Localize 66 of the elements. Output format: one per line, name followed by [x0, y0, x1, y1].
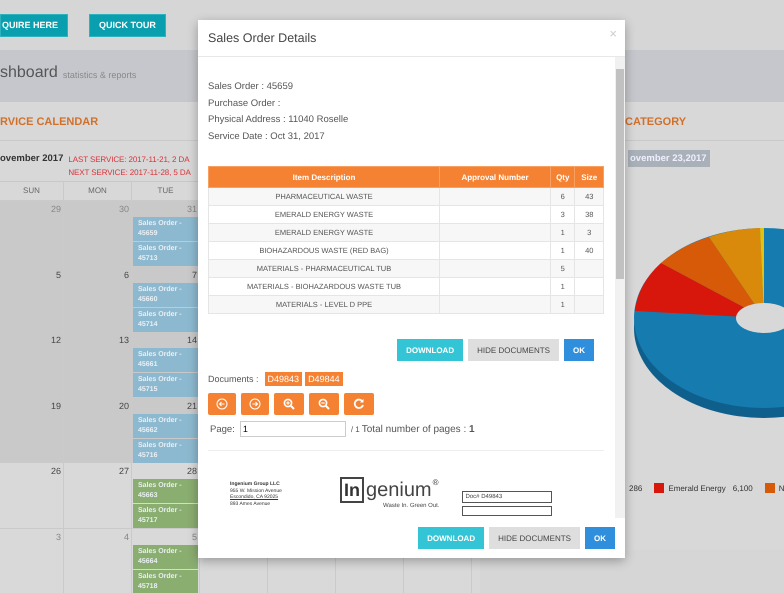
next-service-text: NEXT SERVICE: 2017-11-28, 5 DA: [68, 167, 191, 179]
day-number: 29: [50, 203, 62, 216]
date-badge: ovember 23,2017: [628, 150, 710, 167]
page-label: Page:: [210, 424, 235, 434]
legend-label: N: [778, 484, 784, 492]
rotate-icon: [353, 398, 365, 410]
footer-button[interactable]: HIDE DOCUMENTS: [489, 527, 580, 549]
document-tag[interactable]: D49844: [305, 372, 343, 386]
column-header: Qty: [550, 166, 575, 188]
order-info-text: Service Date : Oct 31, 2017: [208, 130, 326, 144]
day-number: 28: [186, 465, 198, 478]
previous-page-button[interactable]: [208, 393, 236, 415]
header-button[interactable]: QUIRE HERE: [0, 14, 68, 36]
day-number: 31: [186, 203, 198, 216]
documents-label: Documents :: [208, 374, 259, 384]
footer-button[interactable]: OK: [585, 527, 615, 549]
page-title: shboard: [0, 64, 58, 82]
page-total-text: / 1: [350, 424, 360, 434]
action-button[interactable]: DOWNLOAD: [397, 339, 464, 361]
legend-label: Emerald Energy: [668, 484, 726, 492]
column-header: Approval Number: [440, 166, 550, 188]
rotate-button[interactable]: [344, 393, 374, 415]
page-number-field[interactable]: 1: [240, 421, 346, 437]
day-number: 13: [118, 334, 130, 347]
dialog-title: Sales Order Details: [208, 31, 316, 45]
day-number: 27: [118, 465, 130, 478]
month-title: ovember 2017: [0, 153, 64, 164]
day-number: 3: [54, 530, 62, 544]
registered-mark: ®: [432, 477, 440, 489]
last-service-text: LAST SERVICE: 2017-11-21, 2 DA: [68, 154, 190, 166]
day-number: 21: [186, 400, 198, 412]
day-number: 6: [122, 268, 130, 282]
header-button[interactable]: QUICK TOUR: [89, 14, 166, 36]
day-number: 19: [50, 400, 62, 412]
day-number: 4: [122, 530, 130, 544]
order-info-text: Physical Address : 11040 Roselle: [208, 113, 350, 127]
next-page-button[interactable]: [241, 393, 269, 415]
action-button[interactable]: OK: [564, 339, 594, 361]
order-info-text: Sales Order : 45659: [208, 80, 294, 94]
scrollbar[interactable]: [615, 57, 625, 518]
close-button[interactable]: ×: [609, 26, 617, 40]
day-number: 30: [118, 203, 130, 216]
day-number: 5: [54, 268, 62, 282]
page-subtitle: statistics & reports: [62, 70, 136, 80]
zoom-out-icon: [318, 398, 330, 410]
zoom-in-button[interactable]: [274, 393, 304, 415]
column-header: Item Description: [208, 166, 440, 188]
footer-button[interactable]: DOWNLOAD: [418, 527, 484, 549]
document-tag[interactable]: D49843: [264, 372, 302, 386]
logo-word: genium: [366, 479, 432, 501]
logo-box: In: [340, 477, 364, 503]
arrow-right-icon: [249, 398, 261, 410]
arrow-left-icon: [216, 398, 228, 410]
day-number: 20: [118, 400, 130, 412]
legend-value: 6,100: [732, 484, 753, 492]
day-number: 5: [190, 530, 198, 544]
page-count-text: Total number of pages : 1: [362, 424, 475, 434]
day-number: 14: [186, 334, 198, 347]
action-button[interactable]: HIDE DOCUMENTS: [468, 339, 559, 361]
day-number: 7: [190, 268, 198, 282]
column-header: Size: [574, 166, 604, 188]
zoom-in-icon: [283, 398, 295, 410]
day-number: 12: [50, 334, 62, 347]
zoom-out-button[interactable]: [309, 393, 339, 415]
legend-label: 286: [629, 484, 642, 492]
day-number: 26: [50, 465, 62, 478]
